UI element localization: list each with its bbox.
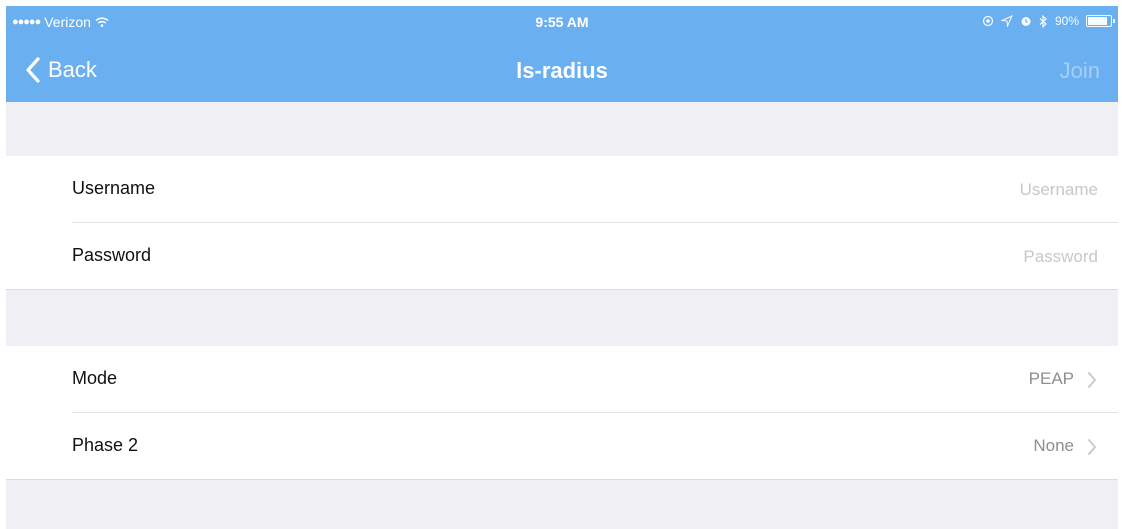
status-icons: 90% bbox=[982, 14, 1115, 28]
password-input[interactable] bbox=[816, 241, 1100, 273]
battery-percent: 90% bbox=[1054, 14, 1079, 28]
battery-tip bbox=[1113, 19, 1115, 23]
join-button[interactable]: Join bbox=[1060, 58, 1100, 84]
battery-icon bbox=[1086, 15, 1115, 27]
page-title: ls-radius bbox=[516, 58, 608, 83]
password-label: Password bbox=[72, 245, 152, 265]
credentials-group: Username Password bbox=[6, 156, 1118, 290]
mode-label: Mode bbox=[72, 368, 118, 388]
status-bar: ●●●●● Verizon 9:55 AM 90% bbox=[6, 6, 1118, 38]
username-input[interactable] bbox=[816, 174, 1100, 206]
mode-value: PEAP bbox=[1028, 369, 1074, 388]
navigation-bar: Back ls-radius Join bbox=[6, 38, 1118, 102]
chevron-right-icon bbox=[1088, 372, 1096, 388]
phase2-value: None bbox=[1033, 436, 1074, 455]
location-icon bbox=[982, 15, 994, 27]
password-row[interactable]: Password bbox=[6, 223, 1118, 289]
bluetooth-icon bbox=[1039, 14, 1047, 28]
phase2-label: Phase 2 bbox=[72, 435, 139, 455]
screen: ●●●●● Verizon 9:55 AM 90% Back ls-radius… bbox=[6, 6, 1118, 529]
alarm-icon bbox=[1021, 17, 1031, 26]
phase2-row[interactable]: Phase 2 None bbox=[6, 413, 1118, 479]
battery-level bbox=[1088, 17, 1107, 25]
username-label: Username bbox=[72, 178, 156, 198]
navigation-arrow-icon bbox=[1000, 15, 1013, 27]
chevron-right-icon bbox=[1088, 439, 1096, 455]
eap-settings-group: Mode PEAP Phase 2 None bbox=[6, 346, 1118, 480]
mode-row[interactable]: Mode PEAP bbox=[6, 346, 1118, 413]
username-row[interactable]: Username bbox=[6, 156, 1118, 223]
status-time: 9:55 AM bbox=[535, 14, 589, 30]
